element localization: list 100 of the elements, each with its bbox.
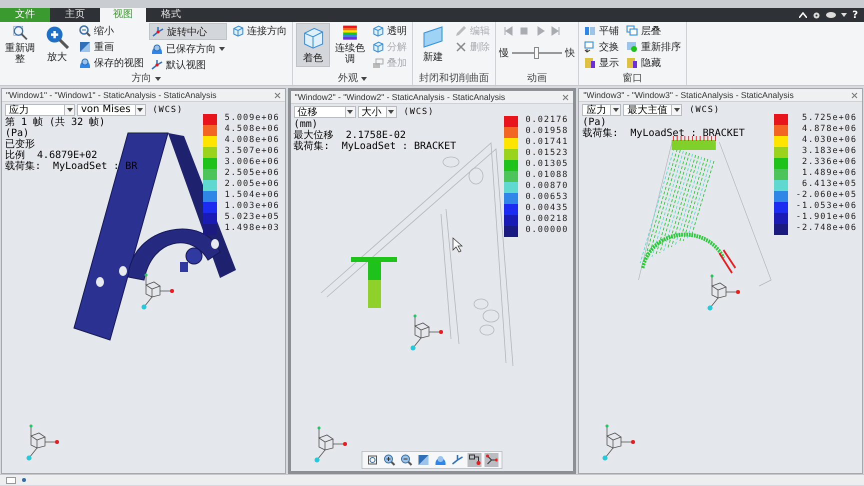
swap-icon	[584, 40, 596, 52]
ribbon-button[interactable]: 旋转中心	[149, 23, 227, 40]
quantity-dropdown[interactable]: 位移	[294, 106, 356, 118]
delete-icon	[455, 40, 467, 52]
cube-icon	[372, 40, 384, 52]
ribbon-button[interactable]: 着色	[296, 23, 330, 67]
toolbar-button[interactable]	[400, 453, 414, 467]
coordinate-system-label: (WCS)	[152, 104, 184, 114]
ribbon-button[interactable]: 新建	[416, 23, 450, 67]
ribbon-button[interactable]: 放大	[40, 23, 74, 67]
node-icon	[468, 454, 480, 466]
coordinate-triad-icon	[26, 424, 59, 460]
ribbon-button[interactable]: 默认视图	[149, 57, 227, 72]
legend-value: 0.00000	[526, 225, 568, 236]
pencil-icon	[455, 24, 467, 36]
info-text: 载荷集: MyLoadSet : BRACKET	[582, 128, 746, 139]
group-label: 外观	[296, 73, 409, 85]
legend-value: 5.023e+05	[224, 212, 280, 223]
window-title-bar[interactable]: "Window1" - "Window1" - StaticAnalysis - StaticAnalysis	[2, 89, 285, 102]
legend-value: 1.498e+03	[224, 223, 280, 234]
legend-value: 0.00653	[526, 192, 568, 203]
window-title-bar[interactable]: "Window2" - "Window2" - StaticAnalysis - StaticAnalysis	[290, 91, 574, 104]
toolbar-button[interactable]	[484, 453, 498, 467]
legend-value: 3.507e+06	[224, 146, 280, 157]
quantity-dropdown[interactable]: 应力	[5, 104, 75, 116]
tile-icon	[584, 24, 596, 36]
legend-value: 4.878e+06	[800, 124, 858, 135]
ribbon-button[interactable]: 显示	[582, 55, 621, 70]
help-button[interactable]: ?	[852, 10, 858, 20]
coordinate-triad-icon	[410, 314, 443, 350]
ribbon-tab[interactable]: 格式	[148, 8, 194, 22]
group-label: 窗口	[622, 73, 644, 85]
caret-icon	[347, 110, 354, 114]
quantity-dropdown[interactable]: 应力	[582, 104, 622, 116]
ribbon-button[interactable]: 连接方向	[230, 23, 289, 38]
cube-icon	[372, 24, 384, 36]
coordinate-triad-icon	[708, 274, 740, 310]
component-dropdown[interactable]: von Mises	[77, 104, 146, 116]
play-icon	[535, 26, 545, 36]
legend-value: -1.901e+06	[796, 212, 858, 223]
close-icon	[562, 94, 570, 100]
toolbar-button[interactable]	[382, 453, 396, 467]
ribbon-button[interactable]: 连续色调	[333, 23, 367, 67]
info-text: 已变形	[5, 139, 36, 150]
legend-value: 0.01523	[526, 148, 568, 159]
ribbon-button[interactable]: 已保存方向	[149, 41, 227, 56]
info-text: (Pa)	[582, 117, 608, 128]
caret-icon	[388, 110, 394, 114]
ribbon-button[interactable]: 重新排序	[624, 39, 683, 54]
reorder-icon	[626, 40, 638, 52]
caret-icon	[154, 77, 161, 81]
zoom-in-icon	[384, 454, 396, 466]
close-icon	[851, 92, 858, 98]
stop-icon	[519, 26, 529, 36]
slider-thumb[interactable]	[534, 47, 539, 59]
ribbon-button[interactable]: 透明	[370, 23, 409, 38]
zoom-out-icon	[400, 454, 412, 466]
component-dropdown[interactable]: 最大主值	[623, 104, 682, 116]
ribbon-button[interactable]: 缩小	[77, 23, 146, 38]
zoom-out-icon	[79, 24, 91, 36]
ribbon-button[interactable]: 重画	[77, 39, 146, 54]
coordinate-triad-icon	[142, 274, 174, 310]
axis-icon	[452, 454, 464, 466]
group-label: 封闭和切削曲面	[418, 73, 490, 85]
info-text: (mm)	[294, 119, 319, 130]
legend-value: 3.006e+06	[224, 157, 280, 168]
legend-value: 1.003e+06	[224, 201, 280, 212]
cascade-icon	[626, 24, 638, 36]
toolbar-button[interactable]	[366, 453, 380, 467]
window-icon	[584, 56, 596, 68]
legend-value: 2.505e+06	[224, 168, 280, 179]
legend-value: -2.748e+06	[796, 223, 858, 234]
ribbon-button[interactable]: 平铺	[582, 23, 621, 38]
window-title-bar[interactable]: "Window3" - "Window3" - StaticAnalysis - StaticAnalysis	[579, 89, 862, 102]
caret-icon	[674, 108, 680, 112]
skip-forward-icon	[551, 26, 561, 36]
ribbon-button[interactable]: 交换	[582, 39, 621, 54]
coordinate-triad-icon	[314, 426, 347, 462]
ribbon-button[interactable]: 保存的视图	[77, 55, 146, 70]
message-box-icon	[6, 476, 16, 484]
group-label: 动画	[526, 73, 548, 85]
legend-value: 0.01088	[526, 170, 568, 181]
dropdown-icon	[841, 13, 848, 17]
ribbon-tab[interactable]: 主页	[52, 8, 98, 22]
ribbon-button[interactable]: 重新调整	[3, 23, 37, 67]
legend-value: 5.725e+06	[800, 113, 858, 124]
ribbon-button[interactable]: 隐藏	[624, 55, 683, 70]
slider-label: 快	[565, 46, 575, 60]
legend-value: 1.504e+06	[224, 190, 280, 201]
component-dropdown[interactable]: 大小	[358, 106, 397, 118]
stack-icon	[372, 56, 384, 68]
info-text: 比例 4.6879E+02	[5, 150, 98, 161]
ribbon-tab[interactable]: 文件	[0, 8, 50, 22]
toolbar-button[interactable]	[468, 453, 482, 467]
ribbon-button[interactable]: 层叠	[624, 23, 683, 38]
axis-icon	[152, 26, 164, 38]
view-icon	[79, 56, 91, 68]
coordinate-system-label: (WCS)	[689, 104, 720, 114]
close-icon	[274, 92, 281, 98]
group-label: 方向	[3, 73, 289, 85]
